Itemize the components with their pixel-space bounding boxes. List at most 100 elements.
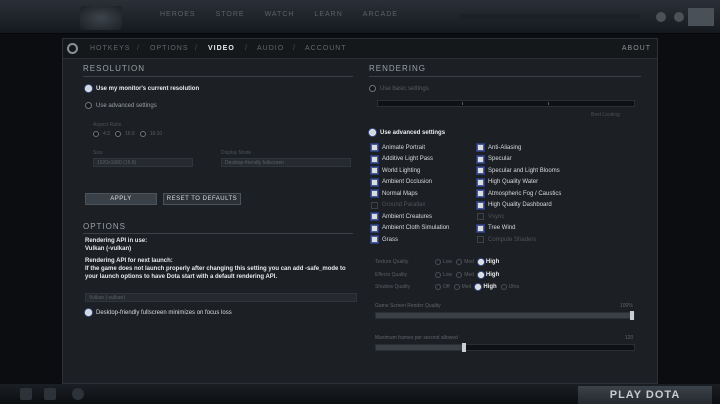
option-tree-wind[interactable]: Tree Wind: [477, 224, 515, 232]
nav-arcade[interactable]: ARCADE: [363, 11, 398, 18]
checkbox-icon[interactable]: [371, 213, 378, 220]
option-grass[interactable]: Grass: [371, 236, 398, 243]
tab-about[interactable]: ABOUT: [622, 45, 651, 52]
option-normal-maps[interactable]: Normal Maps: [371, 190, 418, 197]
radio-icon[interactable]: [369, 85, 376, 92]
apply-button[interactable]: APPLY: [85, 193, 157, 205]
checkbox-icon[interactable]: [371, 224, 378, 232]
checkbox-icon[interactable]: [371, 201, 378, 209]
use-current-resolution-option[interactable]: Use my monitor's current resolution: [85, 85, 199, 92]
option-high-quality-water[interactable]: High Quality Water: [477, 178, 538, 186]
radio-icon[interactable]: [85, 102, 92, 109]
profile-icon[interactable]: [674, 12, 684, 22]
friends-icon[interactable]: [656, 12, 666, 22]
shadow-quality-option-ultra[interactable]: Ultra: [500, 284, 519, 290]
option-ambient-occlusion[interactable]: Ambient Occlusion: [371, 178, 432, 186]
basic-quality-slider[interactable]: [377, 100, 635, 107]
nav-store[interactable]: STORE: [216, 11, 245, 18]
shadow-quality-option-med[interactable]: Med: [453, 284, 471, 290]
radio-icon[interactable]: [500, 284, 507, 290]
tab-hotkeys[interactable]: HOTKEYS: [90, 45, 130, 52]
chat-icon[interactable]: [44, 388, 56, 400]
radio-icon[interactable]: [85, 85, 92, 92]
checkbox-icon[interactable]: [477, 224, 484, 232]
checkbox-icon[interactable]: [477, 178, 484, 186]
play-dota-button[interactable]: PLAY DOTA: [578, 386, 712, 404]
checkbox-icon[interactable]: [477, 213, 484, 220]
option-compute-shaders[interactable]: Compute Shaders: [477, 236, 536, 243]
tab-account[interactable]: ACCOUNT: [305, 45, 347, 52]
checkbox-icon[interactable]: [477, 155, 484, 163]
gear-icon[interactable]: [67, 43, 78, 54]
api-dropdown[interactable]: Vulkan (-vulkan): [85, 293, 357, 302]
texture-quality-option-low[interactable]: Low: [435, 259, 452, 265]
menu-icon[interactable]: [20, 388, 32, 400]
desktop-minimize-option[interactable]: Desktop-friendly fullscreen minimizes on…: [85, 309, 232, 316]
texture-quality-option-high[interactable]: High: [477, 259, 499, 265]
checkbox-icon[interactable]: [371, 236, 378, 243]
radio-icon[interactable]: [114, 131, 121, 137]
use-advanced-resolution-option[interactable]: Use advanced settings: [85, 102, 157, 109]
nav-heroes[interactable]: HEROES: [160, 11, 196, 18]
option-animate-portrait[interactable]: Animate Portrait: [371, 144, 425, 151]
checkbox-icon[interactable]: [477, 236, 484, 243]
shadow-quality-option-high[interactable]: High: [475, 284, 497, 290]
use-basic-settings-option[interactable]: Use basic settings: [369, 85, 429, 92]
option-additive-light-pass[interactable]: Additive Light Pass: [371, 155, 433, 163]
checkbox-icon[interactable]: [371, 190, 378, 197]
nav-learn[interactable]: LEARN: [314, 11, 342, 18]
slider-knob[interactable]: [461, 343, 466, 352]
tab-video[interactable]: VIDEO: [208, 45, 235, 52]
radio-icon[interactable]: [475, 284, 482, 290]
option-world-lighting[interactable]: World Lighting: [371, 167, 420, 174]
shadow-quality-option-off[interactable]: Off: [435, 284, 450, 290]
checkbox-icon[interactable]: [477, 201, 484, 209]
checkbox-icon[interactable]: [371, 144, 378, 151]
render-quality-slider[interactable]: [375, 311, 635, 320]
option-anti-aliasing[interactable]: Anti-Aliasing: [477, 144, 521, 151]
tab-options[interactable]: OPTIONS: [150, 45, 189, 52]
radio-icon[interactable]: [456, 259, 463, 265]
use-advanced-settings-option[interactable]: Use advanced settings: [369, 129, 445, 136]
effects-quality-option-med[interactable]: Med: [456, 271, 474, 278]
radio-icon[interactable]: [435, 259, 441, 265]
checkbox-icon[interactable]: [371, 167, 378, 174]
radio-icon[interactable]: [435, 271, 441, 278]
window-control-button[interactable]: [688, 8, 714, 26]
checkbox-icon[interactable]: [371, 178, 378, 186]
option-specular-and-light-blooms[interactable]: Specular and Light Blooms: [477, 167, 560, 174]
texture-quality-option-med[interactable]: Med: [456, 259, 474, 265]
radio-icon[interactable]: [453, 284, 460, 290]
dota-logo-icon[interactable]: [80, 6, 122, 30]
effects-quality-option-low[interactable]: Low: [435, 271, 452, 278]
tab-audio[interactable]: AUDIO: [257, 45, 284, 52]
checkbox-icon[interactable]: [371, 155, 378, 163]
effects-quality-option-high[interactable]: High: [477, 271, 499, 278]
radio-icon[interactable]: [435, 284, 441, 290]
radio-icon[interactable]: [93, 131, 99, 137]
size-dropdown[interactable]: 1920x1080 (16:9): [93, 158, 193, 167]
option-ambient-creatures[interactable]: Ambient Creatures: [371, 213, 432, 220]
checkbox-icon[interactable]: [477, 144, 484, 151]
radio-icon[interactable]: [456, 271, 463, 278]
option-vsync[interactable]: Vsync: [477, 213, 504, 220]
option-ambient-cloth-simulation[interactable]: Ambient Cloth Simulation: [371, 224, 449, 232]
checkbox-icon[interactable]: [85, 309, 92, 316]
reset-to-defaults-button[interactable]: RESET TO DEFAULTS: [163, 193, 241, 205]
checkbox-icon[interactable]: [477, 190, 484, 197]
option-high-quality-dashboard[interactable]: High Quality Dashboard: [477, 201, 552, 209]
display-mode-dropdown[interactable]: Desktop-friendly fullscreen: [221, 158, 351, 167]
aspect-ratio-options: 4:3 16:9 16:10: [93, 131, 162, 137]
option-specular[interactable]: Specular: [477, 155, 512, 163]
slider-knob[interactable]: [630, 311, 634, 320]
max-fps-slider[interactable]: [375, 343, 635, 352]
radio-icon[interactable]: [477, 259, 484, 265]
checkbox-icon[interactable]: [477, 167, 484, 174]
option-ground-parallax[interactable]: Ground Parallax: [371, 201, 425, 209]
avatar[interactable]: [72, 388, 84, 400]
radio-icon[interactable]: [477, 271, 484, 278]
radio-icon[interactable]: [139, 131, 146, 137]
option-atmospheric-fog-caustics[interactable]: Atmospheric Fog / Caustics: [477, 190, 561, 197]
nav-watch[interactable]: WATCH: [265, 11, 295, 18]
radio-icon[interactable]: [369, 129, 376, 136]
